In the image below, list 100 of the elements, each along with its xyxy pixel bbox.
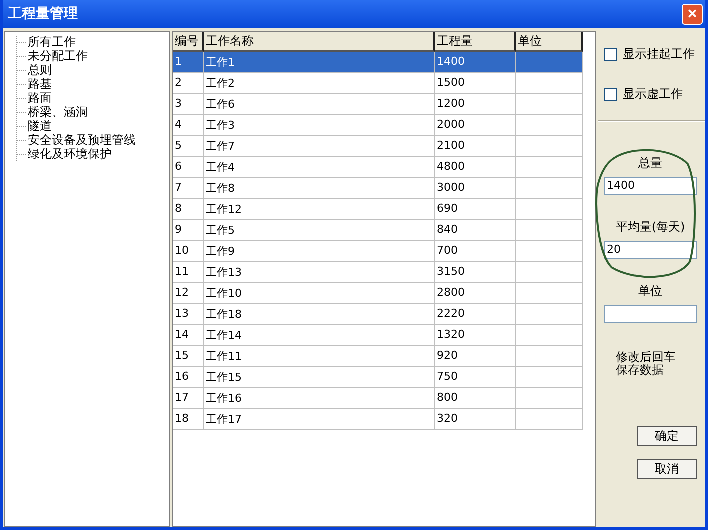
table-row[interactable]: 6 工作4 4800	[173, 157, 595, 178]
table-cell: 5	[173, 136, 204, 157]
table-cell: 1200	[435, 94, 516, 115]
table-cell: 12	[173, 283, 204, 304]
tree-line-icon	[15, 134, 27, 146]
table-cell: 工作3	[204, 115, 435, 136]
table-cell: 2	[173, 73, 204, 94]
table-cell: 工作18	[204, 304, 435, 325]
tree-item[interactable]: 总则	[28, 63, 52, 77]
column-header[interactable]: 编号	[173, 32, 204, 52]
table-cell: 1	[173, 52, 204, 73]
table-cell: 17	[173, 388, 204, 409]
table-cell: 18	[173, 409, 204, 430]
window-title: 工程量管理	[8, 5, 78, 23]
table-cell: 工作2	[204, 73, 435, 94]
table-cell: 14	[173, 325, 204, 346]
table-cell: 工作1	[204, 52, 435, 73]
input-field[interactable]: 20	[604, 241, 697, 259]
table-cell: 690	[435, 199, 516, 220]
hint-text: 修改后回车	[616, 351, 676, 364]
table-row[interactable]: 8 工作12 690	[173, 199, 595, 220]
table-cell: 工作12	[204, 199, 435, 220]
table-cell: 11	[173, 262, 204, 283]
table-cell: 工作7	[204, 136, 435, 157]
field-label: 单位	[638, 283, 662, 300]
table-cell: 920	[435, 346, 516, 367]
column-header[interactable]: 工程量	[435, 32, 516, 52]
table-row[interactable]: 4 工作3 2000	[173, 115, 595, 136]
tree-line-icon	[15, 106, 27, 118]
table-cell: 3150	[435, 262, 516, 283]
table-row[interactable]: 15 工作11 920	[173, 346, 595, 367]
table-cell: 工作13	[204, 262, 435, 283]
table-cell: 工作8	[204, 178, 435, 199]
table-cell: 工作10	[204, 283, 435, 304]
tree-item[interactable]: 绿化及环境保护	[28, 147, 112, 161]
table-cell: 4800	[435, 157, 516, 178]
dialog-button[interactable]: 确定	[637, 426, 697, 446]
table-cell: 2000	[435, 115, 516, 136]
table-cell: 700	[435, 241, 516, 262]
table-row[interactable]: 3 工作6 1200	[173, 94, 595, 115]
table-cell: 840	[435, 220, 516, 241]
table-row[interactable]: 2 工作2 1500	[173, 73, 595, 94]
table-cell: 750	[435, 367, 516, 388]
checkbox[interactable]	[604, 88, 617, 100]
tree-item[interactable]: 路基	[28, 77, 52, 91]
table-row[interactable]: 10 工作9 700	[173, 241, 595, 262]
tree-item[interactable]: 未分配工作	[28, 49, 88, 63]
table-cell: 15	[173, 346, 204, 367]
table-cell: 工作11	[204, 346, 435, 367]
column-header[interactable]: 单位	[516, 32, 583, 52]
input-field[interactable]: 1400	[604, 177, 697, 195]
tree-line-icon	[15, 50, 27, 62]
tree-line-icon	[15, 92, 27, 104]
dialog-button[interactable]: 取消	[637, 459, 697, 479]
table-cell: 2100	[435, 136, 516, 157]
table-row[interactable]: 17 工作16 800	[173, 388, 595, 409]
table-row[interactable]: 11 工作13 3150	[173, 262, 595, 283]
tree-item[interactable]: 路面	[28, 91, 52, 105]
table-cell: 工作6	[204, 94, 435, 115]
table-row[interactable]: 16 工作15 750	[173, 367, 595, 388]
table-cell: 工作16	[204, 388, 435, 409]
tree-item[interactable]: 安全设备及预埋管线	[28, 133, 136, 147]
table-cell: 800	[435, 388, 516, 409]
column-header[interactable]: 工作名称	[204, 32, 435, 52]
tree-line-icon	[15, 64, 27, 76]
tree-line-icon	[15, 78, 27, 90]
input-field[interactable]	[604, 305, 697, 323]
tree-item[interactable]: 所有工作	[28, 35, 76, 49]
table-row[interactable]: 14 工作14 1320	[173, 325, 595, 346]
close-button[interactable]: ×	[682, 4, 703, 24]
table-row[interactable]: 18 工作17 320	[173, 409, 595, 430]
table-cell: 10	[173, 241, 204, 262]
table-cell: 6	[173, 157, 204, 178]
checkbox-label: 显示挂起工作	[623, 46, 695, 62]
field-label: 平均量(每天)	[616, 219, 686, 236]
table-row[interactable]: 7 工作8 3000	[173, 178, 595, 199]
table-cell: 320	[435, 409, 516, 430]
tree-item[interactable]: 隧道	[28, 119, 52, 133]
hint-text: 保存数据	[616, 364, 664, 377]
table-cell: 1500	[435, 73, 516, 94]
tree-item[interactable]: 桥梁、涵洞	[28, 105, 88, 119]
table-cell: 工作9	[204, 241, 435, 262]
table-cell: 2220	[435, 304, 516, 325]
tree-line-icon	[15, 148, 27, 160]
table-row[interactable]: 12 工作10 2800	[173, 283, 595, 304]
table-row[interactable]: 1 工作1 1400	[173, 52, 595, 73]
table-cell: 13	[173, 304, 204, 325]
table-cell: 工作15	[204, 367, 435, 388]
table-row[interactable]: 9 工作5 840	[173, 220, 595, 241]
tree-line-icon	[15, 36, 27, 48]
tree-line-icon	[15, 120, 27, 132]
table-cell: 16	[173, 367, 204, 388]
table-cell: 3000	[435, 178, 516, 199]
table-cell: 工作14	[204, 325, 435, 346]
field-label: 总量	[638, 155, 662, 172]
checkbox[interactable]	[604, 48, 617, 60]
table-row[interactable]: 5 工作7 2100	[173, 136, 595, 157]
table-cell: 4	[173, 115, 204, 136]
table-row[interactable]: 13 工作18 2220	[173, 304, 595, 325]
table-cell: 8	[173, 199, 204, 220]
